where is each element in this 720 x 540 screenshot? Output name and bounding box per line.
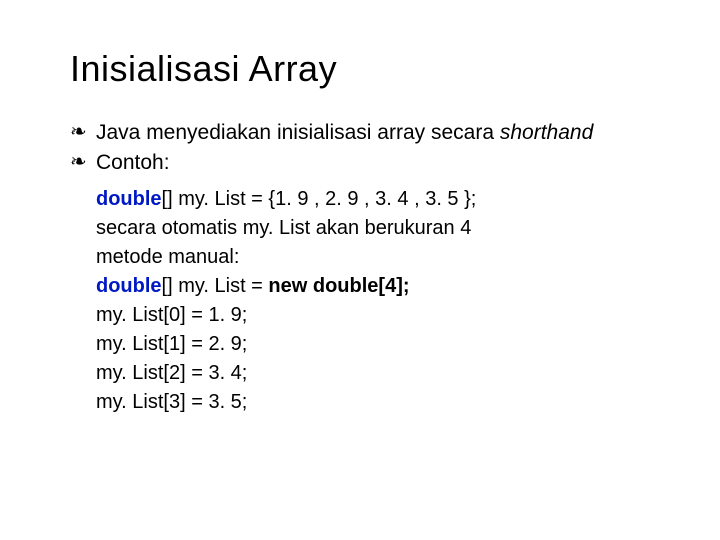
code-text: [] my. List = xyxy=(162,275,269,297)
code-line: double[] my. List = {1. 9 , 2. 9 , 3. 4 … xyxy=(96,185,650,214)
code-line: my. List[3] = 3. 5; xyxy=(96,388,650,417)
code-line: secara otomatis my. List akan berukuran … xyxy=(96,214,650,243)
code-block: double[] my. List = {1. 9 , 2. 9 , 3. 4 … xyxy=(96,185,650,417)
bullet-item: Contoh: xyxy=(70,148,650,178)
code-line: my. List[2] = 3. 4; xyxy=(96,359,650,388)
keyword: double xyxy=(96,275,162,297)
bullet-list: Java menyediakan inisialisasi array seca… xyxy=(70,118,650,179)
slide-title: Inisialisasi Array xyxy=(70,48,650,90)
bullet-text: Java menyediakan inisialisasi array seca… xyxy=(96,121,500,144)
code-line: double[] my. List = new double[4]; xyxy=(96,272,650,301)
code-line: my. List[0] = 1. 9; xyxy=(96,301,650,330)
bullet-text: Contoh: xyxy=(96,151,170,174)
code-line: my. List[1] = 2. 9; xyxy=(96,330,650,359)
bullet-item: Java menyediakan inisialisasi array seca… xyxy=(70,118,650,148)
code-text: [] my. List = {1. 9 , 2. 9 , 3. 4 , 3. 5… xyxy=(162,188,477,210)
bullet-emphasis: shorthand xyxy=(500,121,593,144)
code-bold: new double[4]; xyxy=(268,275,409,297)
code-line: metode manual: xyxy=(96,243,650,272)
keyword: double xyxy=(96,188,162,210)
slide: Inisialisasi Array Java menyediakan inis… xyxy=(0,0,720,417)
